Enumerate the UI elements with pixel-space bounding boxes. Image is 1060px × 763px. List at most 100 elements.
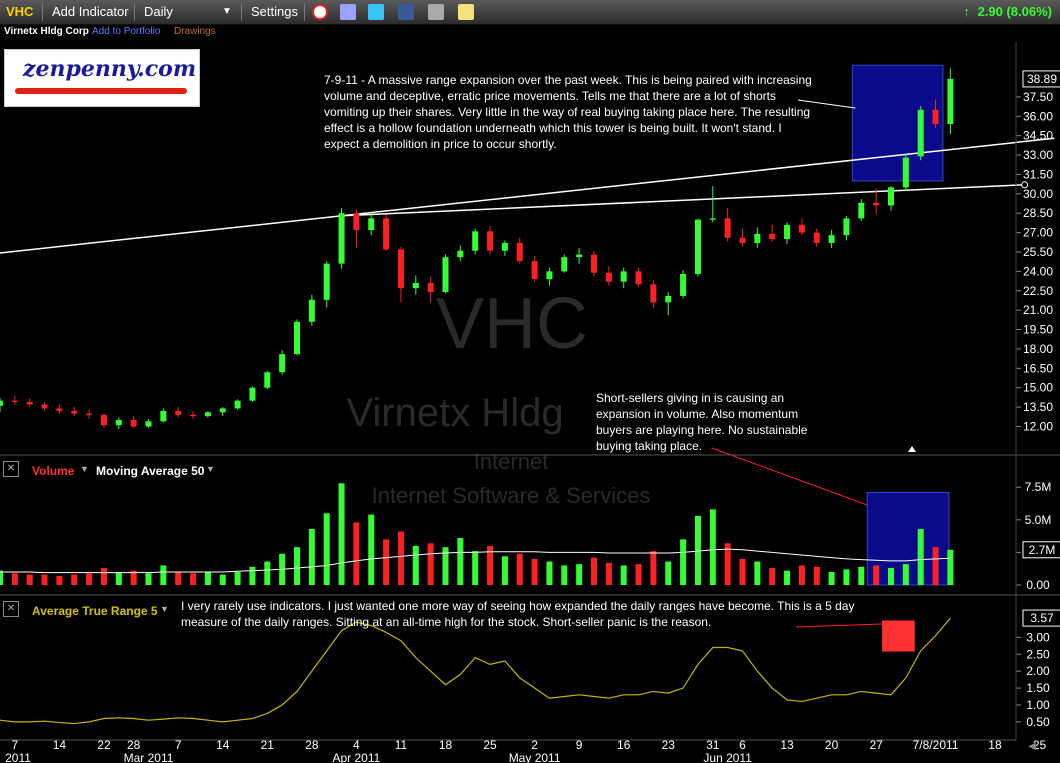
candle-up xyxy=(561,257,568,272)
x-tick-label: 11 xyxy=(395,738,408,752)
camera-icon[interactable] xyxy=(428,4,444,20)
watermark-name: Virnetx Hldg xyxy=(346,391,563,435)
y-tick-label: 2.50 xyxy=(1026,647,1050,661)
candle-down xyxy=(739,237,746,243)
volume-highlight-box xyxy=(866,491,950,586)
toolbar-divider xyxy=(304,3,305,21)
y-tick-label: 0.00 xyxy=(1026,578,1050,592)
x-month-label: Apr 2011 xyxy=(332,751,380,763)
y-tick-label: 36.00 xyxy=(1023,109,1053,123)
volume-label[interactable]: Volume xyxy=(32,464,74,478)
x-month-label: Mar 2011 xyxy=(124,751,174,763)
volume-bar xyxy=(368,514,375,585)
y-tick-label: 22.50 xyxy=(1023,284,1053,298)
candle-up xyxy=(902,157,909,188)
volume-bar xyxy=(0,570,3,585)
volume-bar xyxy=(739,558,746,585)
volume-bar xyxy=(873,565,880,585)
volume-bar xyxy=(605,562,612,585)
volume-bar xyxy=(397,531,404,585)
y-tick-label: 33.00 xyxy=(1023,148,1053,162)
volume-bar xyxy=(383,539,390,585)
x-tick-label: 25 xyxy=(1033,738,1047,752)
x-tick-label: 28 xyxy=(127,738,141,752)
y-tick-label: 16.50 xyxy=(1023,361,1053,375)
zenpenny-logo: zenpenny.com xyxy=(4,49,200,107)
y-tick-label: 1.50 xyxy=(1026,681,1050,695)
atr-highlight-box xyxy=(882,620,915,652)
volume-bar xyxy=(709,509,716,585)
candle-down xyxy=(635,271,642,285)
y-tick-label: 1.00 xyxy=(1026,698,1050,712)
chevron-down-icon[interactable]: ▼ xyxy=(160,604,169,614)
volume-bar xyxy=(947,549,954,585)
candle-down xyxy=(932,109,939,125)
volume-bar xyxy=(724,543,731,585)
volume-bar xyxy=(798,565,805,585)
ma-label[interactable]: Moving Average 50 xyxy=(96,464,204,478)
volume-bar xyxy=(308,528,315,585)
y-tick-label: 28.50 xyxy=(1023,206,1053,220)
volume-bar xyxy=(115,571,122,585)
volume-bar xyxy=(501,556,508,585)
x-tick-label: 14 xyxy=(216,738,230,752)
watermark-industry: Internet Software & Services xyxy=(372,483,651,508)
y-tick-label: 0.50 xyxy=(1026,715,1050,729)
x-tick-label: 4 xyxy=(353,738,360,752)
facebook-icon[interactable] xyxy=(398,4,414,20)
candle-up xyxy=(947,78,954,125)
volume-bar xyxy=(858,566,865,585)
candle-down xyxy=(353,213,360,231)
add-to-portfolio-link[interactable]: Add to Portfolio xyxy=(92,26,160,37)
chevron-down-icon[interactable]: ▼ xyxy=(222,0,232,24)
atr-annotation: I very rarely use indicators. I just wan… xyxy=(181,599,855,629)
volume-bar xyxy=(130,570,137,585)
volume-bar xyxy=(190,573,197,585)
settings-button[interactable]: Settings xyxy=(251,0,298,24)
screens-icon[interactable] xyxy=(340,4,356,20)
candle-down xyxy=(41,404,48,409)
volume-bar xyxy=(175,571,182,585)
atr-label[interactable]: Average True Range 5 xyxy=(32,604,158,618)
candle-down xyxy=(650,284,657,303)
volume-bar xyxy=(650,551,657,585)
notepad-icon[interactable] xyxy=(458,4,474,20)
volume-bar xyxy=(635,564,642,585)
close-icon[interactable]: ✕ xyxy=(3,601,19,617)
interval-select[interactable]: Daily xyxy=(144,0,173,24)
candle-up xyxy=(338,213,345,264)
candle-up xyxy=(160,410,167,422)
drawings-link[interactable]: Drawings xyxy=(174,26,216,37)
volume-annotation: Short-sellers giving in is causing an ex… xyxy=(596,391,808,453)
toolbar-divider xyxy=(42,3,43,21)
toolbar-divider xyxy=(134,3,135,21)
twitter-icon[interactable] xyxy=(368,4,384,20)
candle-down xyxy=(397,249,404,289)
candle-down xyxy=(724,218,731,238)
chevron-down-icon[interactable]: ▼ xyxy=(206,464,215,474)
y-tick-label: 3.00 xyxy=(1026,630,1050,644)
candle-down xyxy=(605,272,612,282)
candle-down xyxy=(100,414,107,426)
chevron-down-icon[interactable]: ▼ xyxy=(80,464,89,474)
ticker-symbol[interactable]: VHC xyxy=(6,0,33,24)
volume-bar xyxy=(591,557,597,585)
close-icon[interactable]: ✕ xyxy=(3,461,19,477)
add-indicator-button[interactable]: Add Indicator xyxy=(52,0,129,24)
candle-up xyxy=(279,354,286,373)
volume-bar xyxy=(204,571,211,585)
volume-bar xyxy=(26,574,33,585)
y-tick-label: 27.00 xyxy=(1023,226,1053,240)
candle-down xyxy=(11,400,18,402)
x-tick-label: 27 xyxy=(869,738,883,752)
last-volume-box xyxy=(1022,541,1060,559)
candle-down xyxy=(130,420,137,427)
x-tick-label: 20 xyxy=(825,738,839,752)
volume-bar xyxy=(264,561,271,585)
last-atr-label: 3.57 xyxy=(1030,611,1054,625)
y-tick-label: 31.50 xyxy=(1023,167,1053,181)
x-axis: 7 14 22 28 7 14 21 28 4 11 18 25 2 9 16 23 31 6 13 20 27 7/8/… xyxy=(0,738,1046,763)
x-tick-label: 9 xyxy=(576,738,583,752)
alarm-clock-icon[interactable] xyxy=(312,4,328,20)
scroll-triangle-icon xyxy=(908,446,916,452)
